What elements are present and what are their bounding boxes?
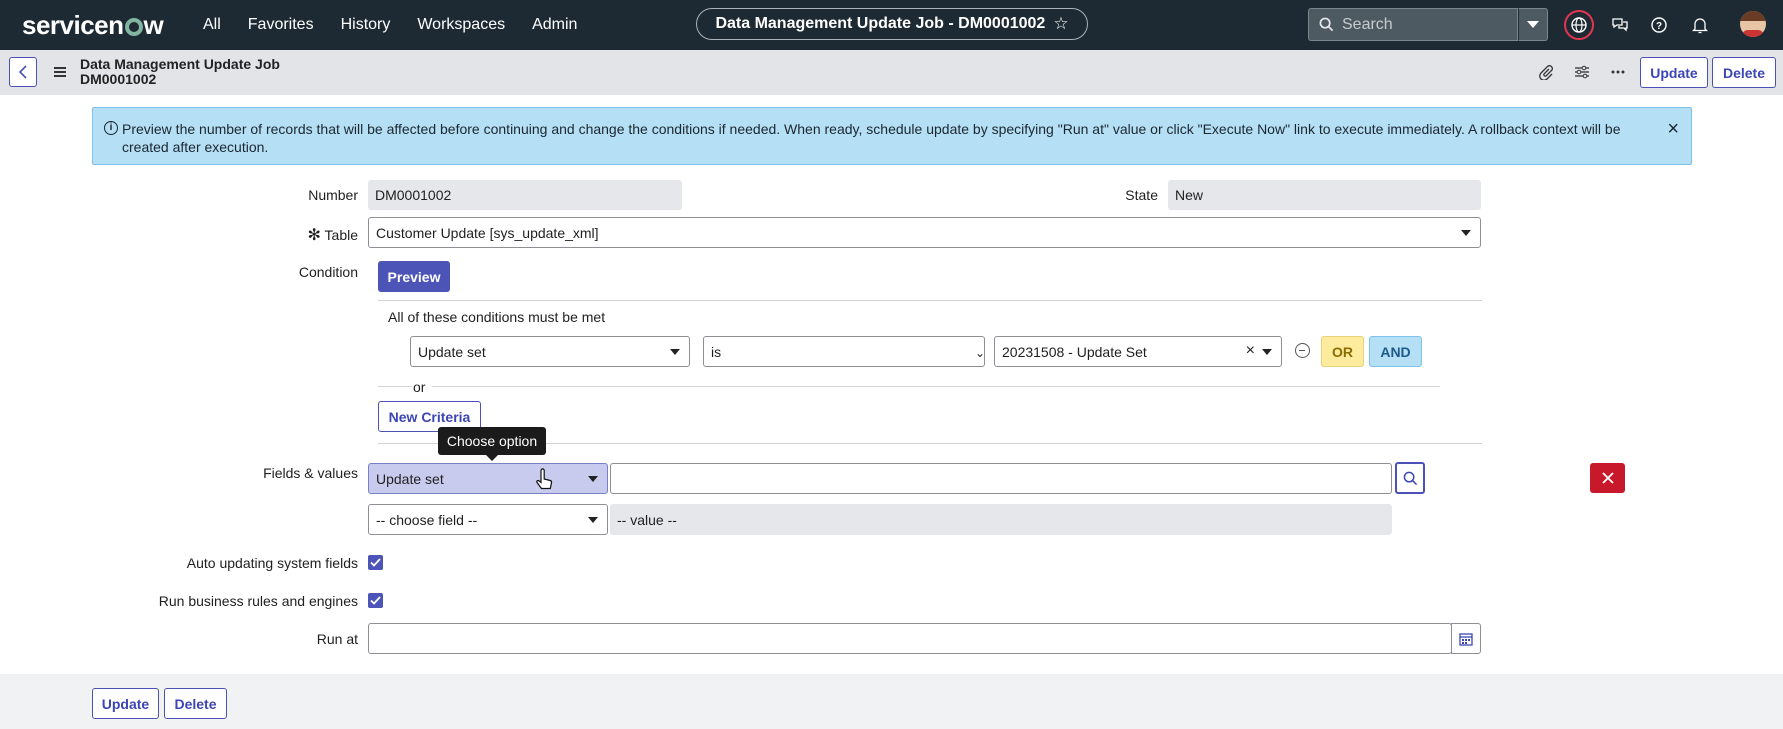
banner-text: Preview the number of records that will … (122, 121, 1621, 155)
state-field: New (1168, 180, 1481, 210)
checkmark-icon (370, 558, 381, 567)
calendar-icon (1459, 632, 1473, 646)
condition-field-select[interactable]: Update set (410, 336, 690, 367)
conditions-heading: All of these conditions must be met (388, 309, 606, 325)
field-select-1[interactable]: Update set (368, 463, 608, 494)
record-title-pill[interactable]: Data Management Update Job - DM0001002 ☆ (696, 8, 1088, 40)
calendar-button[interactable] (1451, 623, 1481, 654)
servicenow-logo[interactable]: servicen w (22, 10, 164, 41)
globe-icon[interactable] (1564, 10, 1594, 40)
or-button[interactable]: OR (1321, 336, 1364, 367)
required-asterisk-icon: ✻ (307, 227, 321, 244)
number-label: Number (308, 187, 358, 203)
nav-link-workspaces[interactable]: Workspaces (417, 16, 505, 34)
run-at-input[interactable] (368, 623, 1452, 654)
run-at-label: Run at (316, 631, 358, 647)
or-separator: or (413, 379, 426, 395)
table-label: ✻ Table (258, 225, 358, 245)
chat-icon[interactable] (1607, 12, 1633, 38)
nav-link-admin[interactable]: Admin (532, 16, 577, 34)
checkmark-icon (370, 596, 381, 605)
table-select[interactable]: Customer Update [sys_update_xml] (368, 217, 1481, 248)
search-placeholder: Search (1342, 15, 1393, 33)
remove-condition-icon[interactable] (1295, 343, 1310, 358)
header-delete-button[interactable]: Delete (1712, 57, 1776, 88)
form-footer: Update Delete (0, 674, 1783, 729)
run-business-rules-checkbox[interactable] (368, 593, 383, 608)
svg-text:?: ? (1656, 21, 1662, 32)
field-value-2: -- value -- (610, 504, 1392, 535)
attachment-icon[interactable] (1536, 62, 1556, 82)
header-update-button[interactable]: Update (1640, 57, 1708, 88)
field-select-1-value: Update set (376, 470, 444, 487)
condition-value-select[interactable]: 20231508 - Update Set × (994, 336, 1282, 367)
nav-links: All Favorites History Workspaces Admin (203, 0, 604, 50)
condition-value-text: 20231508 - Update Set (1002, 343, 1147, 360)
condition-label: Condition (298, 264, 358, 280)
and-button[interactable]: AND (1369, 336, 1422, 367)
footer-update-button[interactable]: Update (92, 688, 159, 719)
field-select-2-value: -- choose field -- (376, 511, 478, 528)
number-field: DM0001002 (368, 180, 682, 210)
settings-sliders-icon[interactable] (1572, 62, 1592, 82)
nav-link-history[interactable]: History (341, 16, 391, 34)
clear-icon[interactable]: × (1246, 342, 1255, 360)
footer-delete-button[interactable]: Delete (164, 688, 227, 719)
record-title: Data Management Update Job - DM0001002 (715, 15, 1046, 32)
top-navigation-bar: servicen w All Favorites History Workspac… (0, 0, 1783, 50)
divider (378, 300, 1482, 301)
bell-icon[interactable] (1687, 12, 1713, 38)
caret-down-icon (588, 475, 598, 482)
search-scope-dropdown[interactable] (1518, 8, 1548, 41)
record-header: Data Management Update Job DM0001002 Upd… (0, 50, 1783, 95)
caret-down-icon (1262, 348, 1272, 355)
close-icon[interactable]: × (1667, 118, 1679, 141)
preview-button[interactable]: Preview (378, 261, 450, 292)
search-icon (1403, 471, 1417, 485)
close-icon (1601, 472, 1614, 484)
nav-link-all[interactable]: All (203, 16, 221, 34)
caret-down-icon (588, 516, 598, 523)
back-button[interactable] (9, 57, 37, 87)
condition-operator-value: is (711, 343, 722, 360)
record-type: Data Management Update Job (80, 56, 280, 72)
lookup-button[interactable] (1395, 462, 1425, 494)
condition-field-value: Update set (418, 343, 486, 360)
table-select-value: Customer Update [sys_update_xml] (376, 224, 599, 241)
star-icon[interactable]: ☆ (1053, 14, 1068, 34)
auto-updating-label: Auto updating system fields (186, 555, 358, 571)
info-icon: i (104, 121, 118, 135)
record-title-block: Data Management Update Job DM0001002 (80, 57, 280, 87)
or-separator-line (432, 386, 1440, 387)
form-context-menu-icon[interactable] (54, 67, 66, 77)
remove-field-button[interactable] (1590, 463, 1625, 493)
info-banner: i Preview the number of records that wil… (92, 107, 1692, 165)
search-input[interactable]: Search (1308, 8, 1518, 41)
caret-down-icon (670, 348, 680, 355)
condition-operator-select[interactable]: is ⌄ (703, 336, 985, 367)
caret-down-icon (1461, 229, 1471, 236)
fields-values-label: Fields & values (263, 465, 358, 481)
auto-updating-checkbox[interactable] (368, 555, 383, 570)
state-label: State (1125, 187, 1158, 203)
run-business-rules-label: Run business rules and engines (158, 593, 358, 609)
field-value-input-1[interactable] (610, 463, 1392, 494)
nav-link-favorites[interactable]: Favorites (248, 16, 314, 34)
field-select-2[interactable]: -- choose field -- (368, 504, 608, 535)
record-number: DM0001002 (80, 71, 157, 87)
more-options-icon[interactable] (1608, 62, 1628, 82)
search-icon (1319, 17, 1334, 32)
pointer-cursor-icon (536, 468, 553, 490)
tooltip: Choose option (438, 427, 546, 461)
chevron-left-icon (18, 65, 27, 79)
help-icon[interactable]: ? (1646, 12, 1672, 38)
or-separator-line (378, 386, 412, 387)
table-label-text: Table (324, 227, 358, 243)
chevron-down-icon (1527, 21, 1539, 28)
user-avatar[interactable] (1740, 11, 1766, 37)
